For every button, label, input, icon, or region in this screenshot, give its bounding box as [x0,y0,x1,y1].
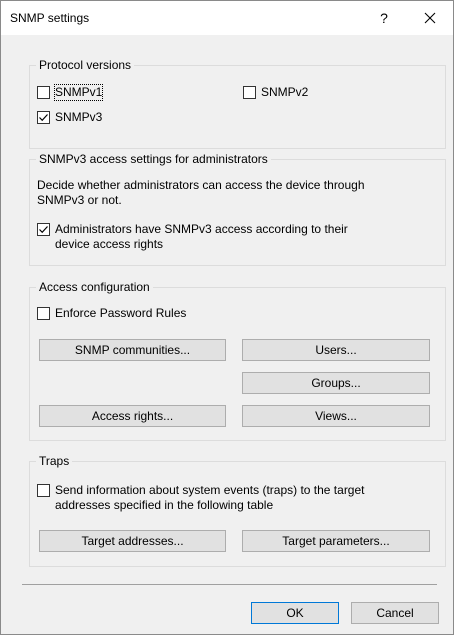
dialog-title: SNMP settings [10,11,90,25]
enforce-password-rules-checkbox-box[interactable] [37,307,50,320]
description-line-2: SNMPv3 or not. [37,193,122,207]
traps-group: Traps Send information about system even… [29,453,446,567]
snmpv3-checkbox[interactable]: SNMPv3 [37,110,102,125]
checkmark-icon [39,226,48,234]
footer-separator [22,584,437,585]
snmpv3-access-description: Decide whether administrators can access… [37,178,365,208]
snmpv2-checkbox[interactable]: SNMPv2 [243,85,308,100]
description-line-1: Decide whether administrators can access… [37,178,365,192]
enforce-password-rules-label: Enforce Password Rules [55,306,187,320]
enforce-password-rules-checkbox[interactable]: Enforce Password Rules [37,306,186,321]
send-traps-label-line-2: addresses specified in the following tab… [55,498,274,512]
snmp-settings-dialog: SNMP settings ? Protocol versions SNMPv1… [0,0,454,635]
traps-legend: Traps [36,453,73,469]
admin-snmpv3-access-checkbox-box[interactable] [37,223,50,236]
snmpv2-label: SNMPv2 [261,85,309,99]
snmpv1-checkbox[interactable]: SNMPv1 [37,84,104,101]
snmpv3-access-group: SNMPv3 access settings for administrator… [29,151,446,266]
snmpv3-checkbox-box[interactable] [37,111,50,124]
help-icon: ? [380,10,388,26]
snmpv1-label: SNMPv1 [53,84,104,101]
groups-button[interactable]: Groups... [242,372,430,394]
protocol-versions-legend: Protocol versions [36,57,135,73]
snmpv3-label: SNMPv3 [55,110,103,124]
snmpv1-checkbox-box[interactable] [37,86,50,99]
target-addresses-button[interactable]: Target addresses... [39,530,226,552]
ok-button[interactable]: OK [251,602,339,624]
protocol-versions-group: Protocol versions SNMPv1 SNMPv2 SNMPv3 [29,57,446,149]
close-icon [424,12,436,24]
send-traps-label-line-1: Send information about system events (tr… [55,483,365,497]
title-bar: SNMP settings ? [1,1,453,35]
snmpv2-checkbox-box[interactable] [243,86,256,99]
checkmark-icon [39,114,48,122]
help-button[interactable]: ? [361,1,407,35]
access-rights-button[interactable]: Access rights... [39,405,226,427]
close-button[interactable] [407,1,453,35]
target-parameters-button[interactable]: Target parameters... [242,530,430,552]
admin-access-label-line-2: device access rights [55,237,164,251]
snmpv3-access-legend: SNMPv3 access settings for administrator… [36,151,271,167]
send-traps-checkbox-box[interactable] [37,484,50,497]
admin-snmpv3-access-checkbox[interactable]: Administrators have SNMPv3 access accord… [37,222,348,252]
send-traps-label: Send information about system events (tr… [55,483,365,513]
users-button[interactable]: Users... [242,339,430,361]
access-configuration-legend: Access configuration [36,279,153,295]
send-traps-checkbox[interactable]: Send information about system events (tr… [37,483,365,513]
snmp-communities-button[interactable]: SNMP communities... [39,339,226,361]
views-button[interactable]: Views... [242,405,430,427]
access-configuration-group: Access configuration Enforce Password Ru… [29,279,446,441]
cancel-button[interactable]: Cancel [351,602,439,624]
admin-snmpv3-access-label: Administrators have SNMPv3 access accord… [55,222,348,252]
admin-access-label-line-1: Administrators have SNMPv3 access accord… [55,222,348,236]
